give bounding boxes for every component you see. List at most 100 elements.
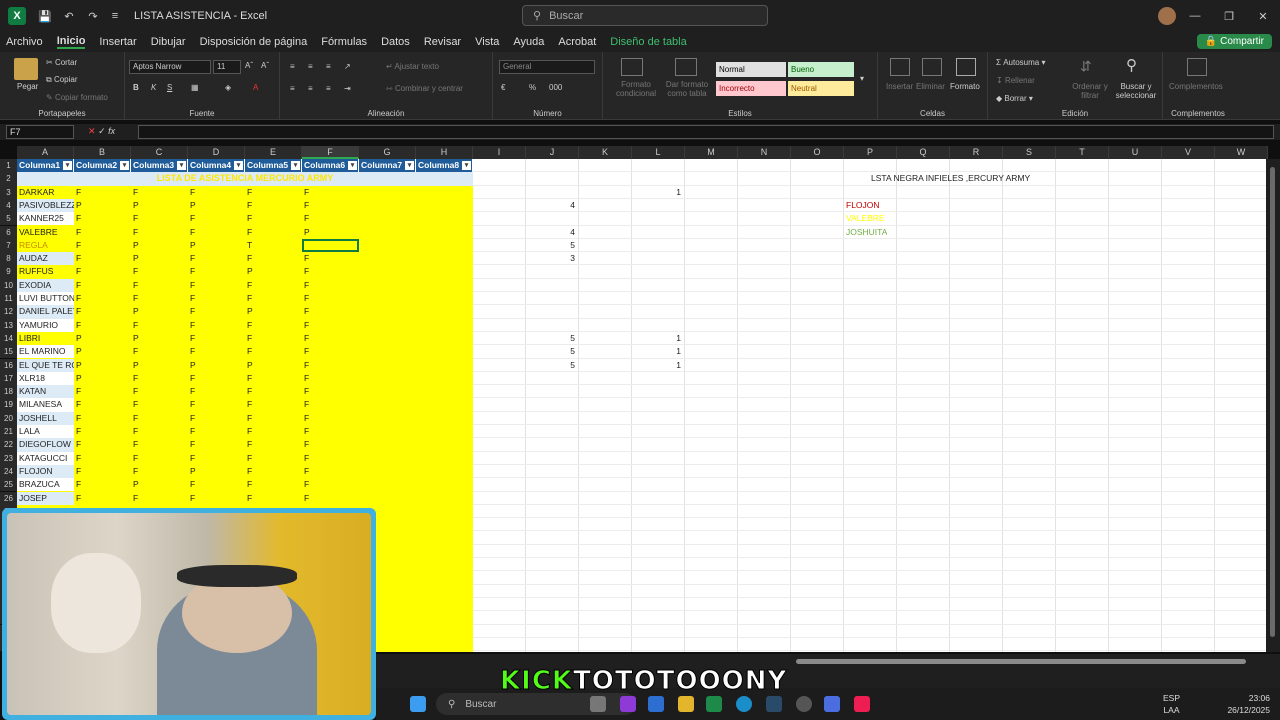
row-header[interactable]: 13 xyxy=(0,318,17,332)
share-button[interactable]: 🔒 Compartir xyxy=(1196,34,1272,49)
wrap-text-button[interactable]: ↵ Ajustar texto xyxy=(386,62,439,71)
attendance-name-cell[interactable]: DARKAR xyxy=(17,185,74,199)
column-header-u[interactable]: U xyxy=(1109,146,1162,159)
attendance-name-cell[interactable]: EL MARINO xyxy=(17,345,74,359)
attendance-cell[interactable]: F xyxy=(247,492,301,505)
attendance-cell[interactable]: F xyxy=(304,425,358,438)
column-header-a[interactable]: A xyxy=(17,146,74,159)
attendance-cell[interactable]: P xyxy=(76,372,130,385)
currency-icon[interactable]: € xyxy=(501,83,505,92)
format-cells-button[interactable]: Formato xyxy=(950,82,980,91)
row-header[interactable]: 19 xyxy=(0,398,17,412)
attendance-cell[interactable]: F xyxy=(247,412,301,425)
attendance-cell[interactable]: F xyxy=(133,345,187,358)
attendance-cell[interactable]: F xyxy=(247,398,301,411)
row-header[interactable]: 6 xyxy=(0,225,17,239)
conditional-format-button[interactable]: Formato condicional xyxy=(611,80,661,98)
attendance-name-cell[interactable]: BRAZUCA xyxy=(17,478,74,492)
row-header[interactable]: 4 xyxy=(0,198,17,213)
count-cell[interactable]: 1 xyxy=(632,186,681,199)
column-header-o[interactable]: O xyxy=(791,146,844,159)
attendance-cell[interactable]: F xyxy=(133,465,187,478)
styles-more-icon[interactable]: ▾ xyxy=(860,74,864,83)
tiktok-icon[interactable] xyxy=(854,696,870,712)
tab-vista[interactable]: Vista xyxy=(475,36,499,48)
attendance-cell[interactable]: F xyxy=(76,292,130,305)
table-header-cell[interactable]: Columna1 ▾ xyxy=(17,159,74,173)
attendance-cell[interactable]: F xyxy=(247,226,301,239)
count-cell[interactable]: 4 xyxy=(526,226,575,239)
insert-cells-icon[interactable] xyxy=(890,58,910,76)
attendance-cell[interactable]: F xyxy=(190,398,244,411)
attendance-cell[interactable]: F xyxy=(304,412,358,425)
attendance-cell[interactable]: F xyxy=(76,412,130,425)
attendance-cell[interactable]: P xyxy=(190,359,244,372)
clock[interactable]: 23:06 26/12/2025 xyxy=(1227,692,1270,716)
attendance-name-cell[interactable]: AUDAZ xyxy=(17,252,74,266)
attendance-name-cell[interactable]: FLOJON xyxy=(17,464,74,479)
fx-icon[interactable]: fx xyxy=(108,126,115,136)
align-middle-icon[interactable]: ≡ xyxy=(308,62,313,71)
attendance-cell[interactable]: F xyxy=(190,252,244,265)
attendance-cell[interactable]: F xyxy=(304,452,358,465)
formula-input[interactable] xyxy=(138,125,1274,139)
row-header[interactable]: 15 xyxy=(0,345,17,359)
attendance-cell[interactable]: F xyxy=(304,398,358,411)
table-header-cell[interactable]: Columna6 ▾ xyxy=(302,159,359,173)
attendance-cell[interactable]: F xyxy=(247,452,301,465)
attendance-cell[interactable]: F xyxy=(247,252,301,265)
attendance-cell[interactable]: F xyxy=(133,372,187,385)
orientation-icon[interactable]: ↗ xyxy=(344,62,351,71)
attendance-cell[interactable]: F xyxy=(133,438,187,451)
attendance-cell[interactable]: F xyxy=(76,465,130,478)
attendance-cell[interactable]: P xyxy=(247,305,301,318)
attendance-cell[interactable]: F xyxy=(247,425,301,438)
count-cell[interactable]: 5 xyxy=(526,345,575,358)
attendance-cell[interactable]: F xyxy=(190,212,244,225)
table-title-row[interactable]: LISTA DE ASISTENCIA MERCURIO ARMY xyxy=(17,172,473,186)
row-header[interactable]: 14 xyxy=(0,331,17,346)
attendance-cell[interactable]: F xyxy=(76,279,130,292)
count-cell[interactable]: 5 xyxy=(526,332,575,345)
count-cell[interactable]: 5 xyxy=(526,359,575,372)
attendance-cell[interactable]: F xyxy=(247,438,301,451)
tab-ayuda[interactable]: Ayuda xyxy=(513,36,544,48)
table-header-cell[interactable]: Columna5 ▾ xyxy=(245,159,302,173)
minimize-button[interactable]: — xyxy=(1178,0,1212,32)
attendance-cell[interactable]: F xyxy=(190,332,244,345)
format-cells-icon[interactable] xyxy=(956,58,976,76)
attendance-cell[interactable]: P xyxy=(76,359,130,372)
attendance-cell[interactable]: F xyxy=(304,492,358,505)
horizontal-scroll-thumb[interactable] xyxy=(796,659,1246,664)
attendance-cell[interactable]: F xyxy=(133,212,187,225)
tab-formulas[interactable]: Fórmulas xyxy=(321,36,367,48)
conditional-format-icon[interactable] xyxy=(621,58,643,76)
attendance-cell[interactable]: F xyxy=(304,465,358,478)
attendance-name-cell[interactable]: VALEBRE xyxy=(17,225,74,239)
column-header-i[interactable]: I xyxy=(473,146,526,159)
attendance-cell[interactable]: P xyxy=(304,226,358,239)
attendance-cell[interactable]: F xyxy=(190,265,244,278)
count-cell[interactable]: 3 xyxy=(526,252,575,265)
attendance-cell[interactable]: P xyxy=(76,332,130,345)
word-icon[interactable] xyxy=(648,696,664,712)
row-header[interactable]: 23 xyxy=(0,451,17,465)
undo-icon[interactable]: ↶ xyxy=(60,7,78,25)
find-icon[interactable]: ⚲ xyxy=(1126,56,1137,74)
name-box[interactable]: F7 xyxy=(6,125,74,139)
column-header-v[interactable]: V xyxy=(1162,146,1215,159)
align-bottom-icon[interactable]: ≡ xyxy=(326,62,331,71)
percent-icon[interactable]: % xyxy=(529,83,536,92)
attendance-name-cell[interactable]: RUFFUS xyxy=(17,265,74,279)
row-header[interactable]: 9 xyxy=(0,265,17,279)
table-header-cell[interactable]: Columna3 ▾ xyxy=(131,159,188,173)
attendance-cell[interactable]: F xyxy=(76,492,130,505)
column-header-g[interactable]: G xyxy=(359,146,416,159)
attendance-cell[interactable]: F xyxy=(247,212,301,225)
attendance-name-cell[interactable]: DANIEL PALET xyxy=(17,305,74,319)
vertical-scrollbar[interactable] xyxy=(1266,159,1280,652)
column-header-p[interactable]: P xyxy=(844,146,897,159)
attendance-cell[interactable]: F xyxy=(304,292,358,305)
row-header[interactable]: 11 xyxy=(0,292,17,306)
font-size-select[interactable]: 11 xyxy=(213,60,241,74)
